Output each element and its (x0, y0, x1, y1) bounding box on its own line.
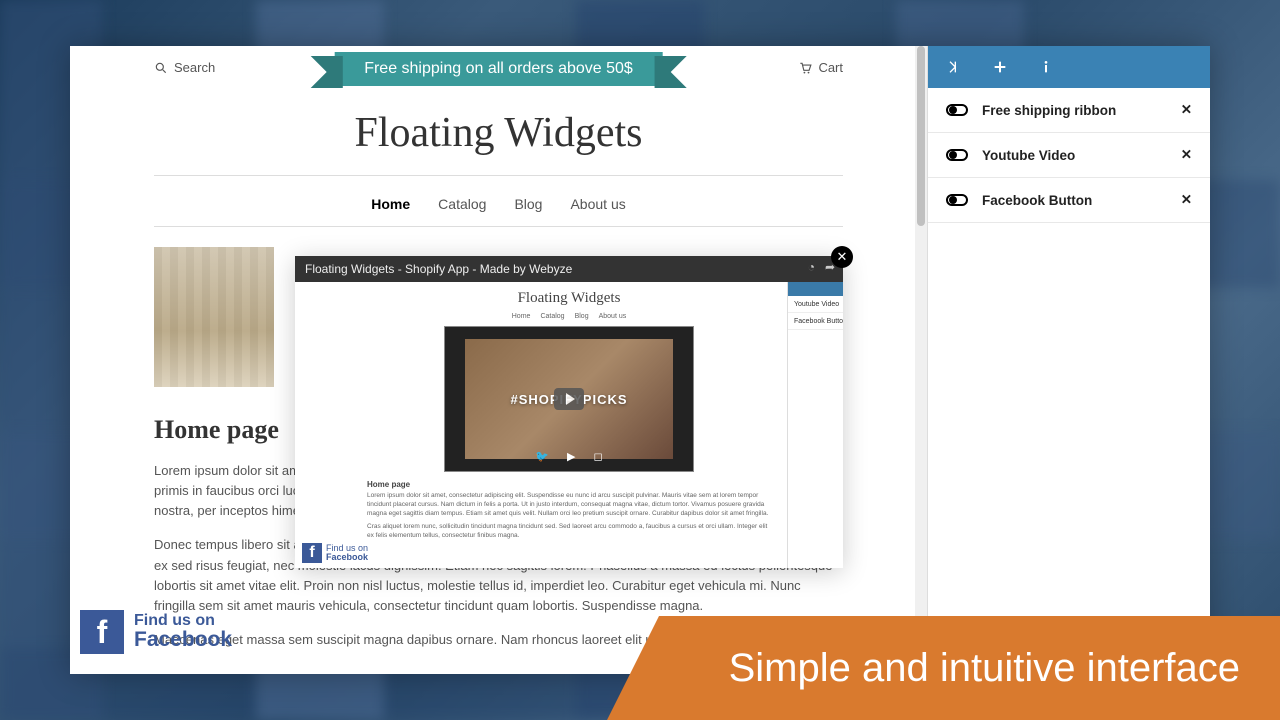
watch-later-icon[interactable]: ◔ (808, 260, 815, 274)
thumbnail-social-icons: 🐦 ▶ ◻ (535, 450, 602, 463)
video-mini-text: Cras aliquet lorem nunc, sollicitudin ti… (367, 522, 771, 540)
remove-widget-button[interactable]: ✕ (1181, 147, 1192, 163)
hero-image (154, 247, 274, 387)
cart-icon (798, 61, 812, 75)
toggle-icon[interactable] (946, 149, 968, 161)
cart-link[interactable]: Cart (798, 60, 843, 75)
instagram-icon: ◻ (594, 450, 603, 463)
nav-blog[interactable]: Blog (514, 196, 542, 212)
video-mini-sidebar: Youtube Video✕ Facebook Button✕ (787, 282, 843, 568)
main-nav: Home Catalog Blog About us (154, 188, 843, 227)
widget-label: Youtube Video (982, 148, 1075, 163)
video-title-bar: Floating Widgets - Shopify App - Made by… (295, 256, 843, 282)
promo-banner: Simple and intuitive interface (659, 616, 1280, 720)
video-mini-widget-row: Youtube Video✕ (788, 296, 843, 313)
video-mini-nav: Home Catalog Blog About us (355, 313, 783, 320)
store-preview-pane: Free shipping on all orders above 50$ Se… (70, 46, 928, 674)
widget-item-facebook[interactable]: Facebook Button ✕ (928, 178, 1210, 223)
fb-line1: Find us on (134, 613, 232, 630)
video-mini-title: Floating Widgets (355, 290, 783, 307)
info-icon[interactable] (1038, 59, 1054, 75)
facebook-badge[interactable]: f Find us on Facebook (80, 610, 232, 654)
twitter-icon: 🐦 (535, 450, 549, 463)
facebook-icon: f (302, 543, 322, 563)
add-widget-icon[interactable] (992, 59, 1008, 75)
search-icon (154, 61, 168, 75)
youtube-video-widget: ✕ Floating Widgets - Shopify App - Made … (295, 256, 843, 568)
widget-sidebar: Free shipping ribbon ✕ Youtube Video ✕ F… (928, 46, 1210, 674)
cart-label: Cart (818, 60, 843, 75)
sidebar-header (928, 46, 1210, 88)
video-mini-text: Lorem ipsum dolor sit amet, consectetur … (367, 491, 771, 518)
video-body[interactable]: Floating Widgets Home Catalog Blog About… (295, 282, 843, 568)
banner-text: Simple and intuitive interface (729, 646, 1240, 691)
preview-scrollbar[interactable] (915, 46, 927, 674)
nav-home[interactable]: Home (371, 196, 410, 212)
video-mini-widget-row: Facebook Button✕ (788, 313, 843, 330)
toggle-icon[interactable] (946, 194, 968, 206)
widget-label: Facebook Button (982, 193, 1092, 208)
youtube-icon: ▶ (567, 450, 575, 463)
free-shipping-ribbon: Free shipping on all orders above 50$ (334, 52, 663, 86)
video-title: Floating Widgets - Shopify App - Made by… (305, 262, 572, 276)
app-window: Free shipping on all orders above 50$ Se… (70, 46, 1210, 674)
nav-catalog[interactable]: Catalog (438, 196, 486, 212)
facebook-icon: f (80, 610, 124, 654)
video-mini-heading: Home page (367, 480, 771, 489)
video-close-button[interactable]: ✕ (831, 246, 853, 268)
video-thumbnail[interactable]: #SHOPIFYPICKS 🐦 ▶ ◻ (444, 326, 694, 472)
collapse-icon[interactable] (946, 59, 962, 75)
mini-facebook-badge[interactable]: f Find us on Facebook (298, 541, 372, 565)
video-mini-sidebar-header (788, 282, 843, 296)
widget-label: Free shipping ribbon (982, 103, 1116, 118)
search-placeholder: Search (174, 60, 215, 75)
remove-widget-button[interactable]: ✕ (1181, 192, 1192, 208)
fb-line2: Facebook (134, 629, 232, 651)
ribbon-text: Free shipping on all orders above 50$ (334, 52, 663, 86)
widget-item-youtube[interactable]: Youtube Video ✕ (928, 133, 1210, 178)
play-icon[interactable] (554, 388, 584, 410)
nav-about[interactable]: About us (570, 196, 625, 212)
divider (154, 175, 843, 176)
toggle-icon[interactable] (946, 104, 968, 116)
store-title: Floating Widgets (154, 109, 843, 157)
widget-item-ribbon[interactable]: Free shipping ribbon ✕ (928, 88, 1210, 133)
remove-widget-button[interactable]: ✕ (1181, 102, 1192, 118)
search-box[interactable]: Search (154, 60, 215, 75)
